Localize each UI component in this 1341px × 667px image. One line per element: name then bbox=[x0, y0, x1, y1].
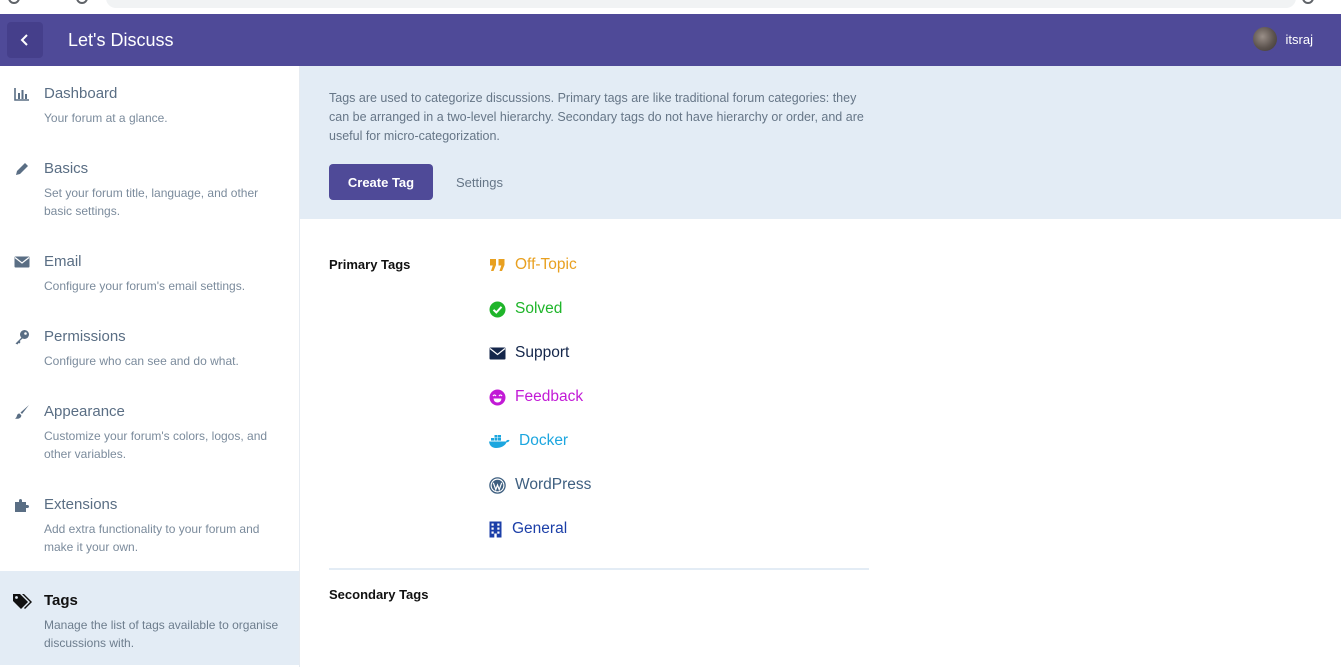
tags-icon bbox=[12, 592, 34, 610]
admin-sidebar: Dashboard Your forum at a glance. Basics… bbox=[0, 66, 300, 667]
sidebar-item-desc: Add extra functionality to your forum an… bbox=[44, 522, 260, 554]
primary-tags-heading: Primary Tags bbox=[329, 257, 411, 272]
sidebar-item-title: Permissions bbox=[44, 328, 126, 345]
browser-toolbar bbox=[0, 0, 1341, 14]
settings-button[interactable]: Settings bbox=[456, 175, 503, 190]
tag-name: Docker bbox=[519, 432, 569, 449]
quote-icon bbox=[488, 256, 506, 274]
sidebar-item-extensions[interactable]: Extensions Add extra functionality to yo… bbox=[0, 477, 299, 570]
tags-page: Tags are used to categorize discussions.… bbox=[300, 66, 1341, 667]
tag-name: General bbox=[512, 520, 568, 537]
sidebar-item-title: Email bbox=[44, 253, 82, 270]
tag-docker[interactable]: Docker bbox=[488, 432, 568, 450]
envelope-icon bbox=[13, 253, 31, 271]
building-icon bbox=[488, 520, 502, 538]
paintbrush-icon bbox=[13, 403, 31, 421]
sidebar-item-basics[interactable]: Basics Set your forum title, language, a… bbox=[0, 141, 299, 234]
tag-support[interactable]: Support bbox=[488, 344, 569, 362]
puzzle-icon bbox=[13, 496, 31, 514]
back-button[interactable] bbox=[7, 22, 43, 58]
sidebar-item-permissions[interactable]: Permissions Configure who can see and do… bbox=[0, 309, 299, 384]
sidebar-item-title: Basics bbox=[44, 160, 89, 177]
tag-off-topic[interactable]: Off-Topic bbox=[488, 256, 577, 274]
sidebar-item-title: Extensions bbox=[44, 496, 118, 513]
tag-name: WordPress bbox=[515, 476, 592, 493]
user-menu[interactable]: itsraj bbox=[1252, 27, 1313, 51]
sidebar-item-title: Appearance bbox=[44, 403, 125, 420]
browser-reload-icon[interactable] bbox=[76, 0, 88, 4]
username: itsraj bbox=[1285, 31, 1313, 47]
key-icon bbox=[13, 328, 31, 346]
sidebar-item-desc: Your forum at a glance. bbox=[44, 111, 168, 125]
tag-name: Support bbox=[515, 344, 570, 361]
create-tag-button[interactable]: Create Tag bbox=[329, 164, 433, 200]
sidebar-item-desc: Manage the list of tags available to org… bbox=[44, 618, 279, 650]
secondary-tags-heading: Secondary Tags bbox=[329, 587, 429, 602]
tag-wordpress[interactable]: WordPress bbox=[488, 476, 591, 494]
tag-name: Feedback bbox=[515, 388, 584, 405]
sidebar-item-title: Tags bbox=[44, 592, 78, 609]
wordpress-icon bbox=[488, 476, 506, 494]
section-divider bbox=[329, 568, 869, 570]
sidebar-item-desc: Configure who can see and do what. bbox=[44, 354, 239, 368]
app-title[interactable]: Let's Discuss bbox=[68, 30, 173, 51]
sidebar-item-tags[interactable]: Tags Manage the list of tags available t… bbox=[0, 571, 299, 665]
sidebar-item-desc: Customize your forum's colors, logos, an… bbox=[44, 429, 268, 461]
tag-name: Solved bbox=[515, 300, 563, 317]
intro-text: Tags are used to categorize discussions.… bbox=[329, 91, 864, 143]
app-header: Let's Discuss itsraj bbox=[0, 14, 1341, 66]
envelope-icon bbox=[488, 344, 506, 362]
sidebar-item-desc: Configure your forum's email settings. bbox=[44, 279, 246, 293]
sidebar-item-desc: Set your forum title, language, and othe… bbox=[44, 186, 259, 218]
tag-feedback[interactable]: Feedback bbox=[488, 388, 583, 406]
sidebar-item-appearance[interactable]: Appearance Customize your forum's colors… bbox=[0, 384, 299, 477]
address-bar[interactable] bbox=[106, 0, 1296, 8]
sidebar-item-dashboard[interactable]: Dashboard Your forum at a glance. bbox=[0, 66, 299, 141]
intro-panel: Tags are used to categorize discussions.… bbox=[300, 66, 1341, 219]
browser-back-icon[interactable] bbox=[8, 0, 20, 4]
tag-solved[interactable]: Solved bbox=[488, 300, 562, 318]
tag-name: Off-Topic bbox=[515, 256, 577, 273]
check-circle-icon bbox=[488, 300, 506, 318]
docker-icon bbox=[488, 432, 510, 450]
avatar bbox=[1252, 27, 1277, 51]
browser-account-icon[interactable] bbox=[1302, 0, 1314, 4]
tag-general[interactable]: General bbox=[488, 520, 567, 538]
sidebar-item-title: Dashboard bbox=[44, 85, 118, 102]
pencil-icon bbox=[13, 160, 31, 178]
sidebar-item-email[interactable]: Email Configure your forum's email setti… bbox=[0, 234, 299, 309]
smile-icon bbox=[488, 388, 506, 406]
bar-chart-icon bbox=[13, 85, 31, 103]
chevron-left-icon bbox=[20, 34, 28, 46]
